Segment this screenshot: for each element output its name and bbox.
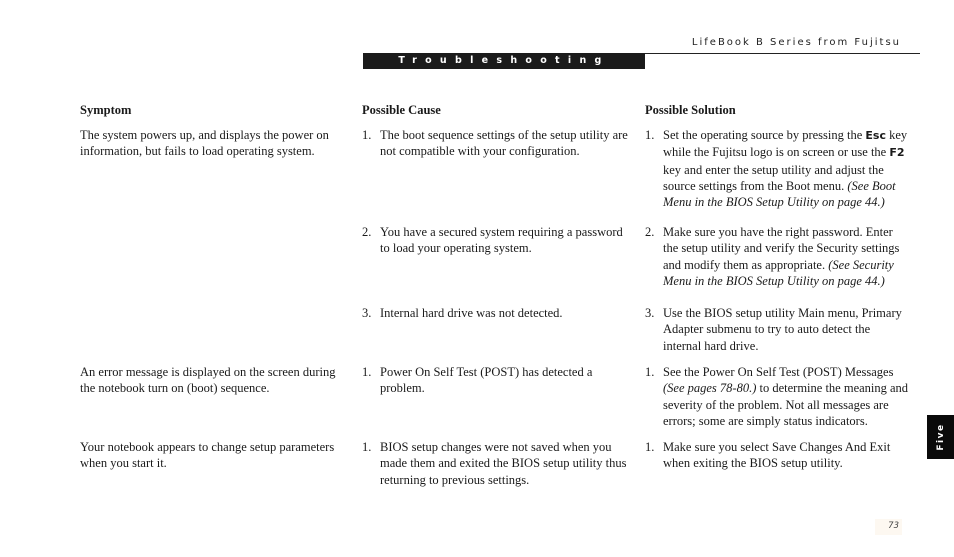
cause-item: 2. You have a secured system requiring a… <box>362 224 632 257</box>
page-number: 73 <box>875 519 902 535</box>
cause-text: Power On Self Test (POST) has detected a… <box>380 365 593 396</box>
solution-text-part: See the Power On Self Test (POST) Messag… <box>663 365 894 379</box>
cause-text: You have a secured system requiring a pa… <box>380 225 623 256</box>
solution-item: 3. Use the BIOS setup utility Main menu,… <box>645 305 910 354</box>
item-number: 1. <box>362 128 372 142</box>
solution-text: Make sure you have the right password. E… <box>663 224 910 289</box>
section-title-bar: Troubleshooting <box>363 53 645 69</box>
item-number: 2. <box>362 225 372 239</box>
solution-item: 2. Make sure you have the right password… <box>645 224 910 289</box>
solution-text: Make sure you select Save Changes And Ex… <box>663 440 891 471</box>
solution-item: 1. Make sure you select Save Changes And… <box>645 439 910 472</box>
cause-text: BIOS setup changes were not saved when y… <box>380 440 627 487</box>
item-number: 3. <box>362 306 372 320</box>
solution-item: 1. See the Power On Self Test (POST) Mes… <box>645 364 910 429</box>
item-number: 1. <box>645 440 655 454</box>
item-number: 1. <box>645 365 655 379</box>
running-head: LifeBook B Series from Fujitsu <box>691 37 901 48</box>
chapter-label: Five <box>935 423 946 451</box>
symptom-text: Your notebook appears to change setup pa… <box>80 440 335 471</box>
cause-item: 1. Power On Self Test (POST) has detecte… <box>362 364 632 397</box>
item-number: 1. <box>362 440 372 454</box>
cause-text: The boot sequence settings of the setup … <box>380 128 628 159</box>
solution-text: Use the BIOS setup utility Main menu, Pr… <box>663 306 902 353</box>
f2-key-label: F2 <box>889 146 905 160</box>
item-number: 2. <box>645 225 655 239</box>
symptom-text: The system powers up, and displays the p… <box>80 128 329 159</box>
esc-key-label: Esc <box>865 129 886 142</box>
page-reference: (See pages 78-80.) <box>663 381 757 396</box>
solution-text: See the Power On Self Test (POST) Messag… <box>663 364 910 429</box>
solution-text: Set the operating source by pressing the… <box>663 127 910 210</box>
column-header-symptom: Symptom <box>80 103 132 117</box>
cause-item: 3. Internal hard drive was not detected. <box>362 305 632 321</box>
item-number: 1. <box>645 128 655 142</box>
column-header-solution: Possible Solution <box>645 103 736 117</box>
column-header-cause: Possible Cause <box>362 103 441 117</box>
item-number: 1. <box>362 365 372 379</box>
solution-text-part: Set the operating source by pressing the <box>663 128 866 142</box>
item-number: 3. <box>645 306 655 320</box>
symptom-text: An error message is displayed on the scr… <box>80 365 336 396</box>
cause-item: 1. BIOS setup changes were not saved whe… <box>362 439 632 488</box>
solution-item: 1. Set the operating source by pressing … <box>645 127 910 210</box>
cause-text: Internal hard drive was not detected. <box>380 306 563 320</box>
cause-item: 1. The boot sequence settings of the set… <box>362 127 632 160</box>
header-rule <box>645 53 920 54</box>
chapter-side-tab: Five <box>927 415 954 459</box>
